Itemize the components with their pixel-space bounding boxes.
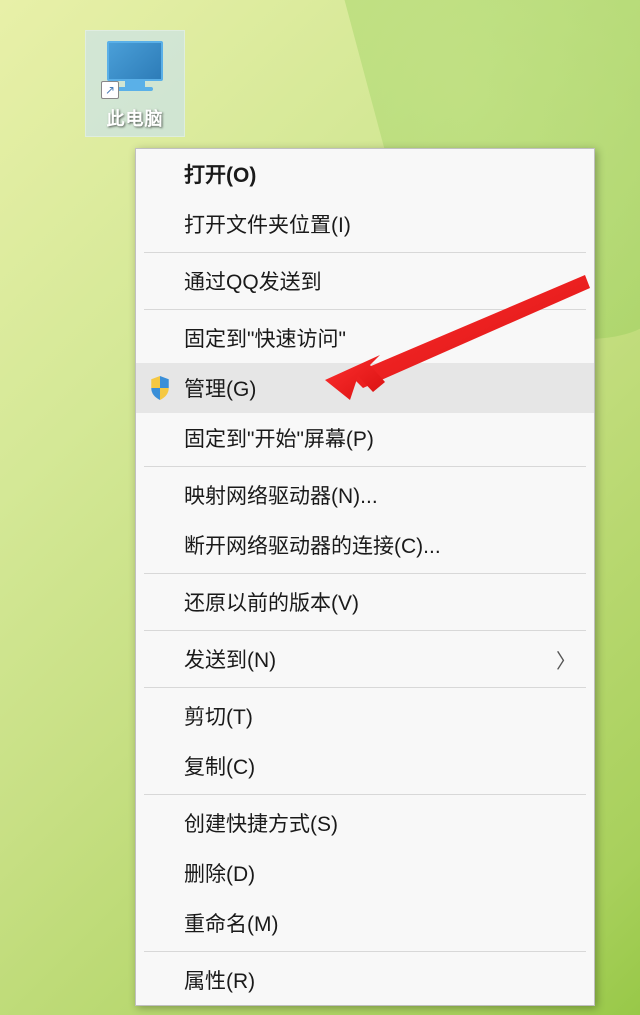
menu-item-label: 打开文件夹位置(I) — [184, 209, 351, 239]
menu-item-rename[interactable]: 重命名(M) — [136, 898, 594, 948]
menu-separator — [144, 573, 586, 574]
menu-item-delete[interactable]: 删除(D) — [136, 848, 594, 898]
menu-item-create-shortcut[interactable]: 创建快捷方式(S) — [136, 798, 594, 848]
menu-item-disconnect-network-drive[interactable]: 断开网络驱动器的连接(C)... — [136, 520, 594, 570]
context-menu: 打开(O) 打开文件夹位置(I) 通过QQ发送到 固定到"快速访问" 管理(G)… — [135, 148, 595, 1006]
chevron-right-icon: 〉 — [556, 645, 576, 674]
menu-item-label: 发送到(N) — [184, 644, 276, 674]
shield-icon — [148, 376, 172, 400]
menu-item-label: 剪切(T) — [184, 701, 253, 731]
menu-item-manage[interactable]: 管理(G) — [136, 363, 594, 413]
menu-separator — [144, 630, 586, 631]
menu-item-pin-start[interactable]: 固定到"开始"屏幕(P) — [136, 413, 594, 463]
menu-item-send-to[interactable]: 发送到(N) 〉 — [136, 634, 594, 684]
menu-separator — [144, 466, 586, 467]
menu-item-pin-quick-access[interactable]: 固定到"快速访问" — [136, 313, 594, 363]
menu-item-label: 断开网络驱动器的连接(C)... — [184, 530, 441, 560]
menu-item-label: 属性(R) — [184, 965, 255, 995]
menu-item-cut[interactable]: 剪切(T) — [136, 691, 594, 741]
menu-item-restore-previous[interactable]: 还原以前的版本(V) — [136, 577, 594, 627]
menu-item-label: 删除(D) — [184, 858, 255, 888]
menu-item-label: 还原以前的版本(V) — [184, 587, 359, 617]
menu-separator — [144, 951, 586, 952]
menu-item-label: 通过QQ发送到 — [184, 266, 322, 296]
desktop-icon-label: 此电脑 — [91, 105, 179, 131]
computer-icon: ↗ — [99, 41, 171, 97]
desktop-icon-this-pc[interactable]: ↗ 此电脑 — [85, 30, 185, 137]
menu-separator — [144, 252, 586, 253]
menu-separator — [144, 794, 586, 795]
menu-item-label: 管理(G) — [184, 373, 256, 403]
menu-item-send-via-qq[interactable]: 通过QQ发送到 — [136, 256, 594, 306]
menu-item-label: 固定到"快速访问" — [184, 323, 346, 353]
menu-item-label: 映射网络驱动器(N)... — [184, 480, 378, 510]
menu-item-label: 打开(O) — [184, 159, 256, 189]
menu-item-label: 复制(C) — [184, 751, 255, 781]
shortcut-overlay-icon: ↗ — [101, 81, 119, 99]
menu-item-open-folder-location[interactable]: 打开文件夹位置(I) — [136, 199, 594, 249]
menu-item-label: 重命名(M) — [184, 908, 278, 938]
menu-separator — [144, 687, 586, 688]
menu-item-open[interactable]: 打开(O) — [136, 149, 594, 199]
menu-item-label: 固定到"开始"屏幕(P) — [184, 423, 374, 453]
menu-item-properties[interactable]: 属性(R) — [136, 955, 594, 1005]
menu-item-map-network-drive[interactable]: 映射网络驱动器(N)... — [136, 470, 594, 520]
menu-separator — [144, 309, 586, 310]
menu-item-copy[interactable]: 复制(C) — [136, 741, 594, 791]
menu-item-label: 创建快捷方式(S) — [184, 808, 338, 838]
